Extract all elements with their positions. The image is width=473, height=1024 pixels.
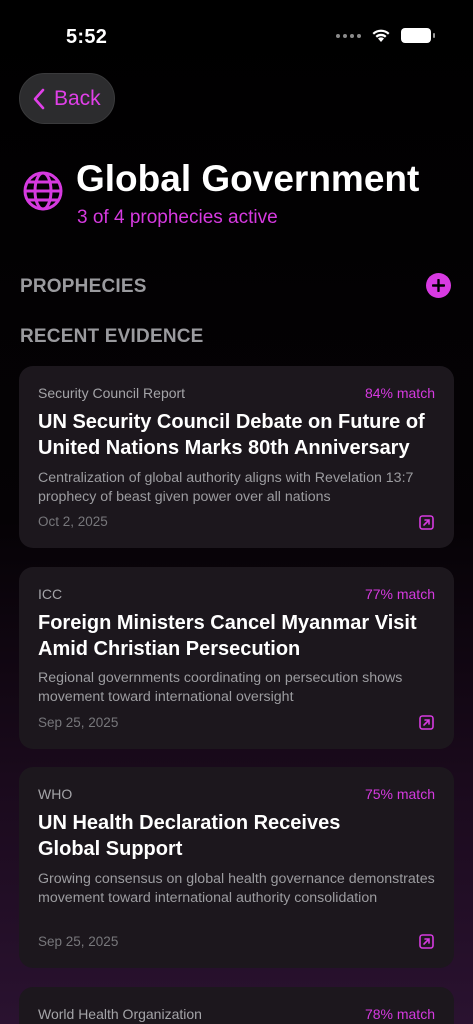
add-prophecy-button[interactable] — [426, 273, 451, 298]
prophecies-section-label: PROPHECIES — [20, 276, 147, 297]
status-bar: 5:52 — [0, 0, 473, 60]
evidence-source: Security Council Report — [38, 385, 186, 401]
chevron-left-icon — [33, 88, 45, 109]
evidence-source: WHO — [38, 786, 73, 802]
external-link-icon[interactable] — [419, 515, 434, 530]
status-icons — [336, 28, 435, 43]
evidence-source: World Health Organization — [38, 1006, 202, 1022]
evidence-card[interactable]: World Health Organization 78% match — [19, 987, 454, 1024]
evidence-date: Oct 2, 2025 — [38, 514, 108, 529]
back-button-label: Back — [54, 86, 101, 110]
evidence-summary: Growing consensus on global health gover… — [38, 871, 435, 906]
status-time: 5:52 — [66, 26, 108, 48]
page-title: Global Government — [76, 158, 420, 199]
wifi-icon — [372, 29, 390, 42]
external-link-icon[interactable] — [419, 715, 434, 730]
globe-icon — [23, 171, 63, 211]
back-button[interactable]: Back — [19, 73, 115, 124]
evidence-title: UN Health Declaration Receives Global Su… — [38, 812, 341, 860]
evidence-match-score: 84% match — [364, 385, 435, 401]
page-subtitle: 3 of 4 prophecies active — [77, 207, 278, 228]
evidence-summary: Centralization of global authority align… — [38, 470, 414, 505]
evidence-match-score: 77% match — [364, 586, 435, 602]
evidence-title: Foreign Ministers Cancel Myanmar Visit A… — [38, 612, 417, 660]
evidence-date: Sep 25, 2025 — [38, 715, 119, 730]
battery-icon — [401, 28, 435, 43]
evidence-date: Sep 25, 2025 — [38, 934, 119, 949]
plus-icon — [432, 279, 445, 292]
evidence-match-score: 75% match — [364, 786, 435, 802]
evidence-card[interactable]: Security Council Report 84% match UN Sec… — [19, 366, 454, 548]
evidence-source: ICC — [38, 586, 63, 602]
recent-evidence-section-label: RECENT EVIDENCE — [20, 326, 204, 347]
evidence-title: UN Security Council Debate on Future of … — [38, 411, 425, 459]
evidence-summary: Regional governments coordinating on per… — [38, 670, 403, 705]
evidence-match-score: 78% match — [364, 1006, 435, 1022]
evidence-card[interactable]: WHO 75% match UN Health Declaration Rece… — [19, 767, 454, 968]
evidence-card[interactable]: ICC 77% match Foreign Ministers Cancel M… — [19, 567, 454, 749]
external-link-icon[interactable] — [419, 934, 434, 949]
cellular-signal-icon — [336, 33, 361, 38]
